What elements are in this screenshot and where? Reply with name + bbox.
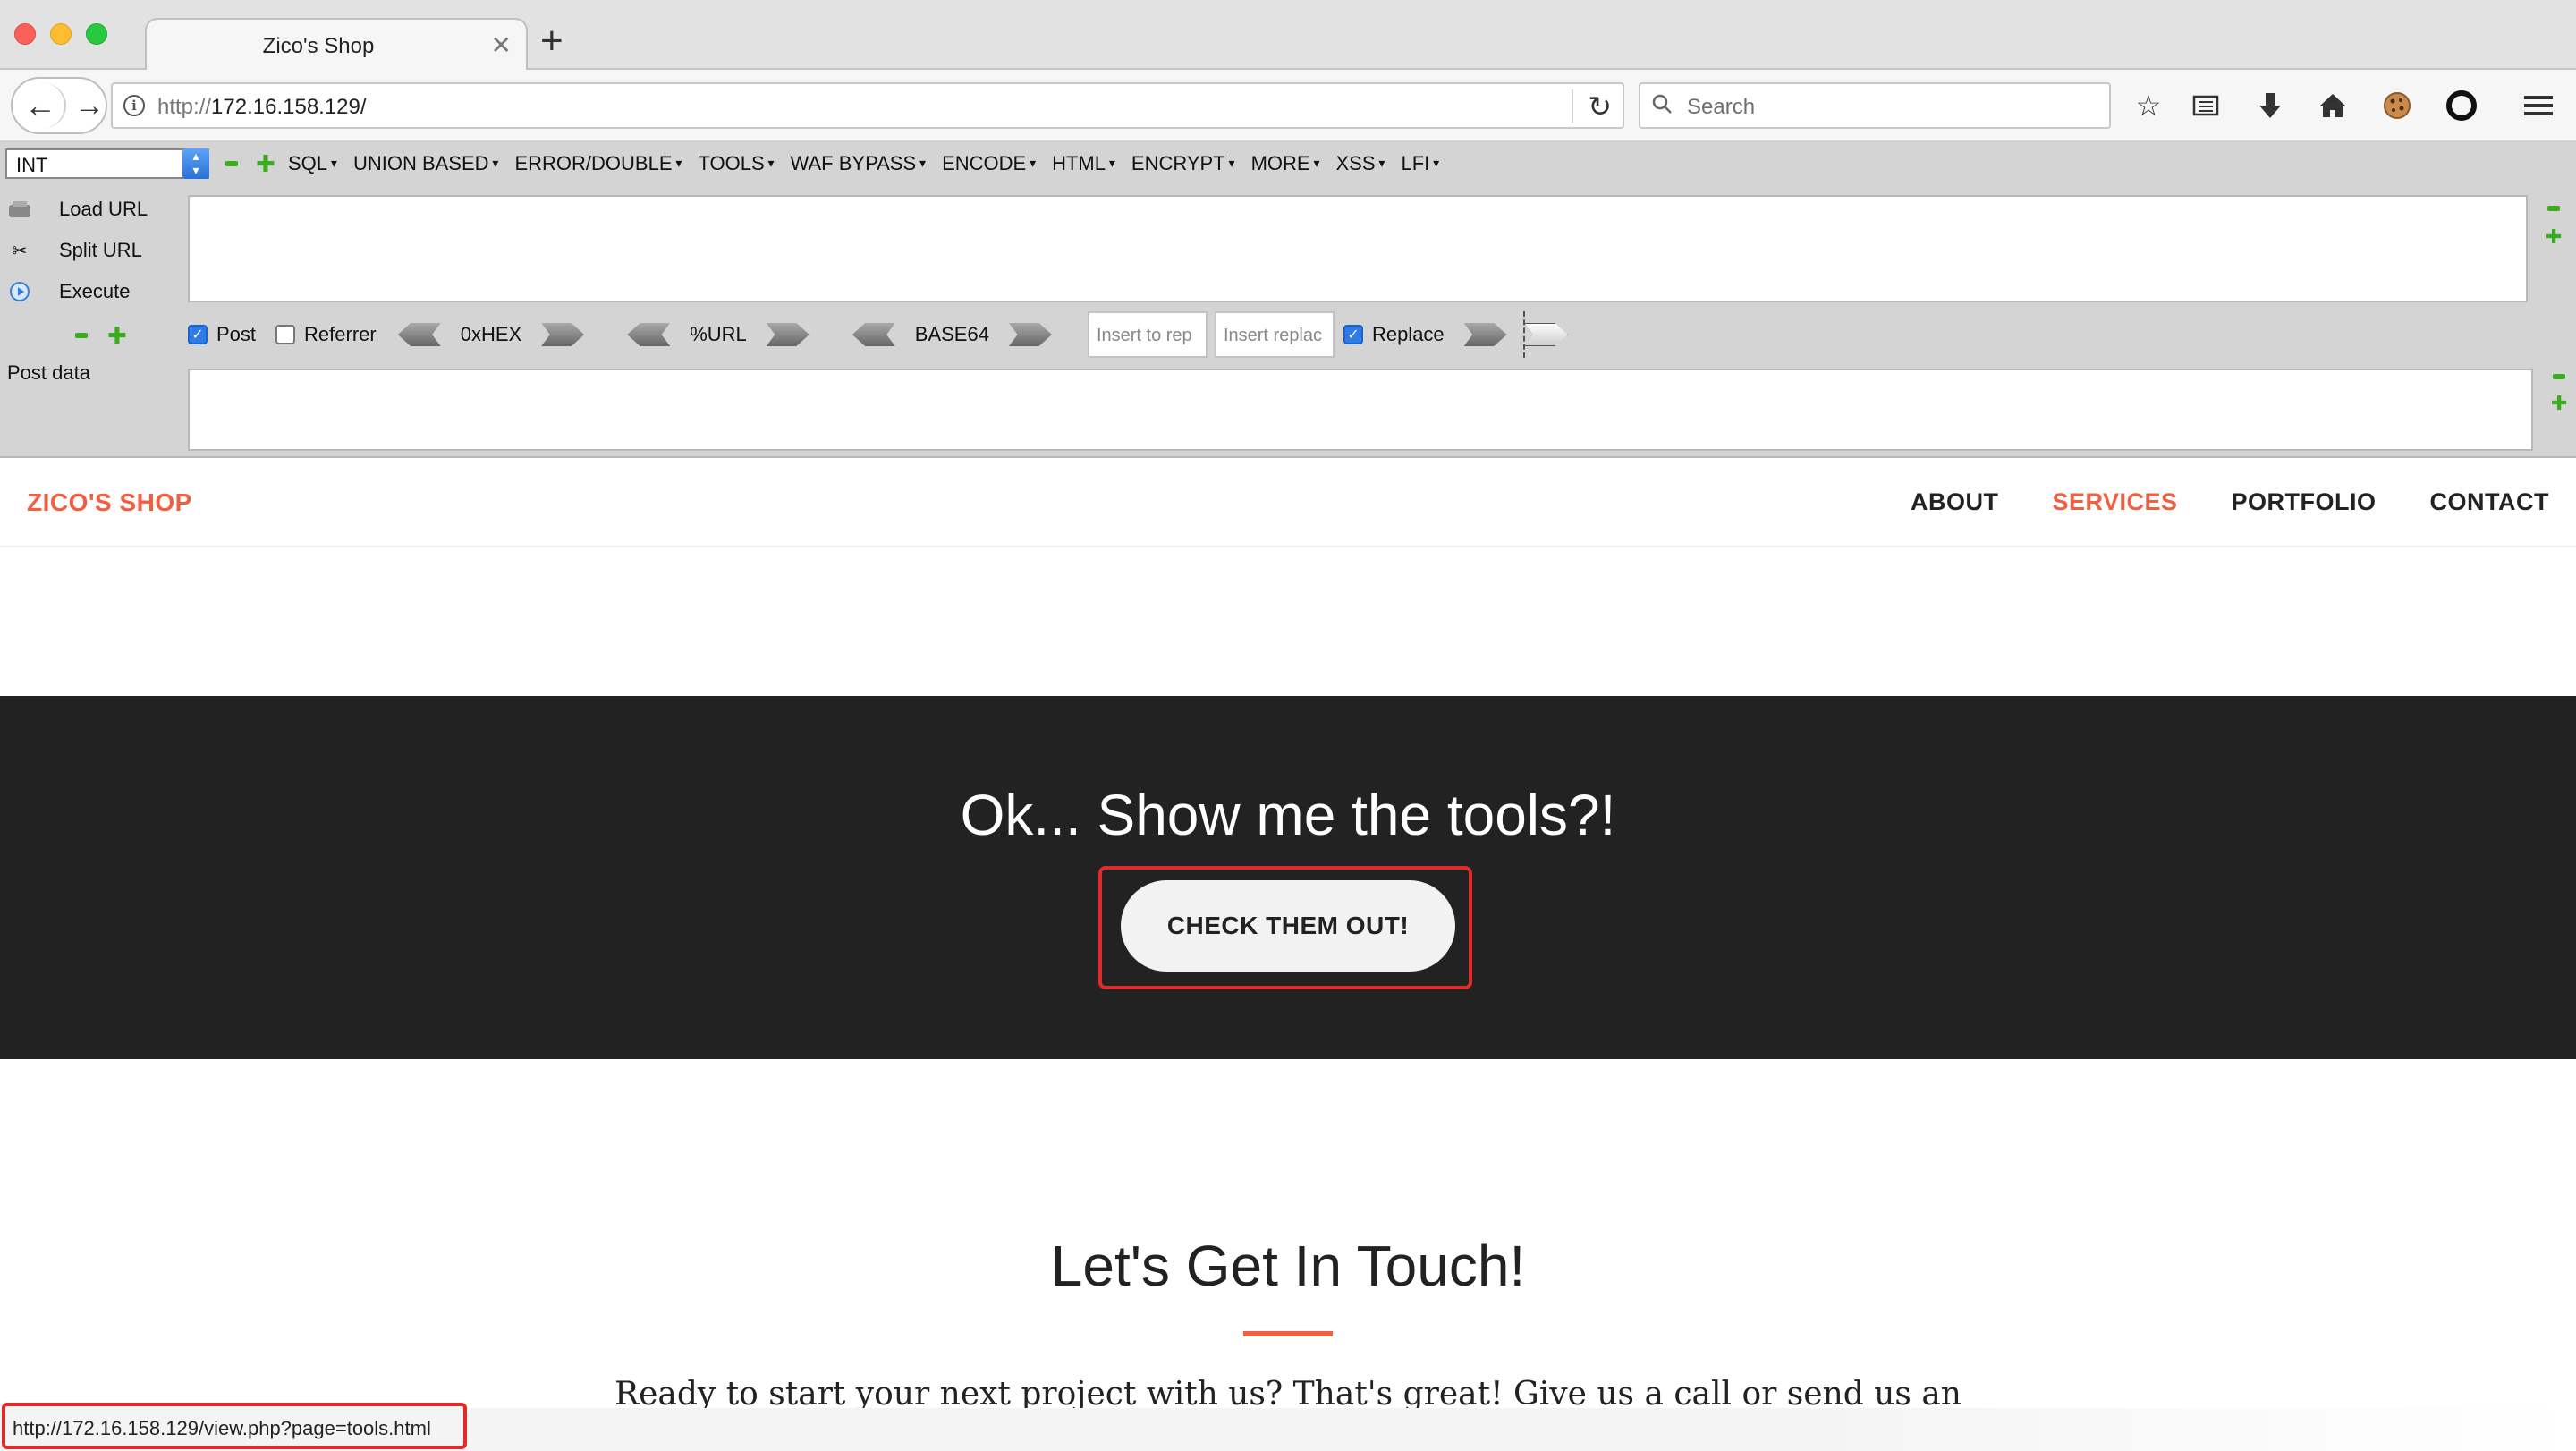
load-url-button[interactable]: Load URL: [7, 197, 148, 222]
split-url-label: Split URL: [59, 239, 142, 261]
post-label: Post: [216, 323, 257, 345]
home-icon[interactable]: [2315, 88, 2351, 123]
url-encode-arrow-icon[interactable]: [766, 323, 809, 346]
browser-tab[interactable]: Zico's Shop ✕: [145, 18, 528, 72]
base64-encode-arrow-icon[interactable]: [1008, 323, 1052, 346]
split-url-button[interactable]: ✂ Split URL: [7, 238, 142, 263]
hackbar-menu-waf-bypass[interactable]: WAF BYPASS: [791, 152, 927, 175]
base64-label: BASE64: [914, 323, 989, 345]
split-minus-icon[interactable]: [75, 333, 88, 338]
cookie-icon[interactable]: [2379, 88, 2415, 123]
urlenc-label: %URL: [690, 323, 747, 345]
split-plus-icon[interactable]: ✚: [107, 324, 127, 347]
search-icon: [1652, 94, 1672, 114]
hackbar-menu-tools[interactable]: TOOLS: [698, 152, 774, 175]
hackbar-menu-html[interactable]: HTML: [1052, 152, 1115, 175]
nav-link-portfolio[interactable]: PORTFOLIO: [2232, 488, 2377, 516]
hackbar-menu-encrypt[interactable]: ENCRYPT: [1131, 152, 1235, 175]
reading-list-icon[interactable]: [2188, 88, 2224, 123]
referrer-checkbox[interactable]: [275, 325, 296, 344]
select-value: INT: [16, 154, 48, 176]
hackbar-options-row: ✓ Post Referrer 0xHEX %URL BASE64 Insert…: [188, 311, 1568, 358]
url-scheme: http://: [157, 95, 212, 119]
extension-ring-icon[interactable]: [2444, 88, 2479, 123]
minimize-window-button[interactable]: [50, 23, 72, 45]
address-text[interactable]: http://172.16.158.129/: [157, 95, 367, 120]
execute-label: Execute: [59, 280, 131, 302]
hackbar-menu-lfi[interactable]: LFI: [1401, 152, 1439, 175]
url-area-plus-icon[interactable]: ✚: [2546, 227, 2562, 247]
select-stepper-icon[interactable]: ▴ ▾: [182, 148, 209, 179]
tools-section: Ok... Show me the tools?! CHECK THEM OUT…: [0, 696, 2576, 1059]
hackbar-menu-sql[interactable]: SQL: [288, 152, 337, 175]
zoom-out-minus-icon[interactable]: [225, 161, 238, 166]
hackbar-menu: SQL UNION BASED ERROR/DOUBLE TOOLS WAF BYPAS…: [288, 152, 1439, 175]
nav-link-services[interactable]: SERVICES: [2052, 488, 2177, 516]
insert-replacement-input[interactable]: Insert replac: [1214, 311, 1335, 358]
browser-toolbar: ← → i http://172.16.158.129/ ↻ Search ☆: [0, 70, 2576, 141]
tab-title: Zico's Shop: [262, 34, 375, 58]
bookmark-star-icon[interactable]: ☆: [2131, 88, 2166, 123]
hackbar-panel: INT ▴▾ ✚ SQL UNION BASED ERROR/DOUBLE TOOLS…: [0, 141, 2576, 458]
status-link-url: http://172.16.158.129/view.php?page=tool…: [13, 1417, 431, 1439]
back-arrow-icon[interactable]: ←: [16, 82, 66, 129]
play-icon: [7, 279, 32, 304]
status-link-highlight: http://172.16.158.129/view.php?page=tool…: [2, 1403, 467, 1449]
hamburger-menu-icon[interactable]: [2521, 88, 2556, 123]
replace-all-arrow-icon[interactable]: [1524, 323, 1568, 346]
new-tab-icon[interactable]: +: [540, 21, 564, 61]
base64-decode-arrow-icon[interactable]: [852, 323, 895, 346]
referrer-label: Referrer: [304, 323, 377, 345]
forward-arrow-icon[interactable]: →: [73, 84, 106, 127]
heading-divider: [1243, 1331, 1333, 1336]
hex-encode-arrow-icon[interactable]: [541, 323, 585, 346]
hex-decode-arrow-icon[interactable]: [397, 323, 441, 346]
post-data-textarea[interactable]: [188, 369, 2533, 451]
site-nav-links: ABOUT SERVICES PORTFOLIO CONTACT: [1911, 488, 2549, 516]
address-bar[interactable]: i http://172.16.158.129/ ↻: [111, 82, 1624, 129]
post-area-plus-icon[interactable]: ✚: [2551, 394, 2567, 413]
download-icon[interactable]: [2252, 88, 2288, 123]
search-placeholder: Search: [1687, 95, 1756, 119]
scissors-icon: ✂: [12, 241, 28, 261]
hackbar-menu-error-double[interactable]: ERROR/DOUBLE: [514, 152, 682, 175]
replace-arrow-icon[interactable]: [1463, 323, 1507, 346]
post-area-minus-icon[interactable]: [2553, 374, 2565, 379]
window-titlebar: Zico's Shop ✕ +: [0, 0, 2576, 72]
hackbar-menu-more[interactable]: MORE: [1251, 152, 1320, 175]
tools-heading: Ok... Show me the tools?!: [960, 783, 1616, 847]
hex-label: 0xHEX: [460, 323, 522, 345]
site-info-icon[interactable]: i: [123, 95, 145, 116]
load-url-icon: [7, 197, 32, 222]
site-brand-link[interactable]: ZICO'S SHOP: [27, 488, 192, 517]
close-tab-icon[interactable]: ✕: [491, 30, 512, 60]
reload-icon[interactable]: ↻: [1572, 89, 1612, 123]
replace-checkbox[interactable]: ✓: [1343, 325, 1363, 344]
url-decode-arrow-icon[interactable]: [627, 323, 671, 346]
hackbar-menu-encode[interactable]: ENCODE: [942, 152, 1036, 175]
nav-link-about[interactable]: ABOUT: [1911, 488, 1999, 516]
close-window-button[interactable]: [14, 23, 36, 45]
zoom-window-button[interactable]: [86, 23, 107, 45]
site-navbar: ZICO'S SHOP ABOUT SERVICES PORTFOLIO CONTAC…: [0, 458, 2576, 547]
execute-button[interactable]: Execute: [7, 279, 131, 304]
separator: [1522, 311, 1525, 358]
insert-to-replace-input[interactable]: Insert to rep: [1087, 311, 1208, 358]
hackbar-menu-union-based[interactable]: UNION BASED: [353, 152, 499, 175]
post-checkbox[interactable]: ✓: [188, 325, 208, 344]
url-host: 172.16.158.129/: [211, 95, 367, 119]
history-buttons: ← →: [11, 77, 107, 134]
search-bar[interactable]: Search: [1639, 82, 2111, 129]
nav-link-contact[interactable]: CONTACT: [2430, 488, 2549, 516]
hackbar-menu-xss[interactable]: XSS: [1336, 152, 1385, 175]
load-url-label: Load URL: [59, 198, 148, 220]
zoom-in-plus-icon[interactable]: ✚: [256, 152, 275, 175]
replace-label: Replace: [1371, 323, 1445, 345]
post-data-label: Post data: [7, 361, 90, 384]
injection-type-select[interactable]: INT ▴ ▾: [5, 148, 209, 179]
url-textarea[interactable]: [188, 195, 2528, 302]
url-area-minus-icon[interactable]: [2547, 206, 2560, 211]
contact-heading: Let's Get In Touch!: [1050, 1234, 1526, 1298]
check-them-out-button[interactable]: CHECK THEM OUT!: [1121, 880, 1455, 972]
